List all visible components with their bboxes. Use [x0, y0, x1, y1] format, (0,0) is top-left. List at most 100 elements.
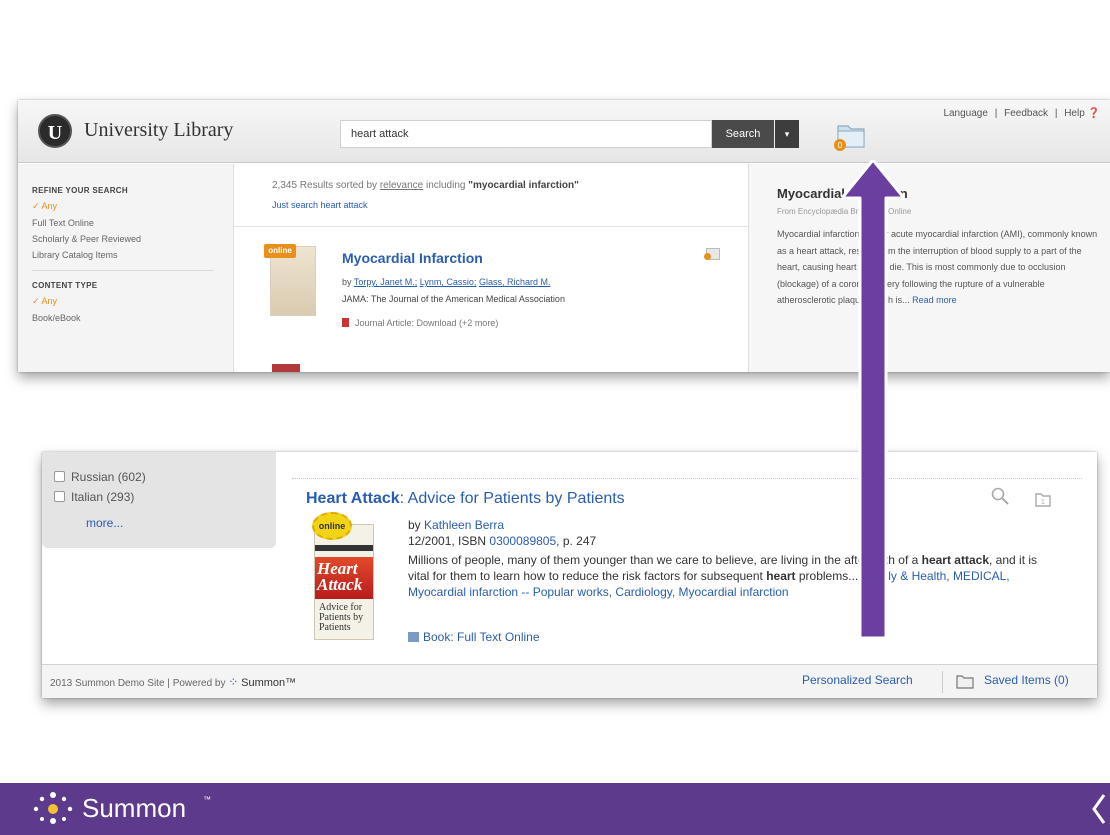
refine-heading: REFINE YOUR SEARCH: [32, 186, 128, 195]
result-author: by Kathleen Berra: [408, 518, 504, 532]
language-option-italian[interactable]: Italian (293): [54, 490, 134, 504]
sort-relevance-link[interactable]: relevance: [380, 180, 423, 191]
summon-brand-bar: Summon ™: [0, 783, 1110, 835]
language-label: Russian (602): [71, 470, 146, 484]
result-type-link[interactable]: Book: Full Text Online: [408, 630, 540, 644]
link-separator: |: [1054, 108, 1058, 119]
purple-up-arrow: [842, 160, 904, 638]
summon-trademark: ™: [203, 795, 211, 804]
author-by: by: [408, 518, 421, 532]
result-journal: JAMA: The Journal of the American Medica…: [342, 294, 565, 304]
content-book[interactable]: Book/eBook: [32, 313, 233, 323]
authors-by: by: [342, 277, 352, 287]
saved-folder-icon[interactable]: 0: [832, 120, 868, 152]
cover-subtitle: Advice for Patients by Patients: [319, 602, 364, 633]
sidebar-divider: [32, 270, 214, 271]
result-type[interactable]: Journal Article: Download (+2 more): [342, 318, 498, 328]
site-name: 2013 Summon Demo Site: [50, 678, 165, 689]
info-title: Myocardial Infarction: [777, 186, 908, 201]
result-publication: 12/2001, ISBN 0300089805, p. 247: [408, 534, 596, 548]
just-search-link[interactable]: Just search heart attack: [272, 200, 368, 210]
svg-text:0: 0: [838, 141, 843, 150]
header-links: Language | Feedback | Help ❓: [941, 108, 1102, 119]
author-link[interactable]: Lynm, Cassio;: [420, 277, 477, 287]
title-rest: : Advice for Patients by Patients: [399, 490, 625, 507]
cover-title: Heart Attack: [317, 559, 363, 594]
language-facet: Russian (602) Italian (293) more...: [42, 452, 276, 548]
book-cover[interactable]: Heart Attack Advice for Patients by Pati…: [314, 524, 374, 640]
site-footer: 2013 Summon Demo Site | Powered by ⁘ Sum…: [42, 664, 1097, 698]
result-separator: [292, 478, 1082, 479]
date-prefix: 12/2001, ISBN: [408, 534, 487, 548]
journal-article-icon: [342, 318, 349, 327]
author-link[interactable]: Kathleen Berra: [424, 518, 504, 532]
result-title-link[interactable]: Heart Attack: Advice for Patients by Pat…: [306, 490, 625, 508]
summon-logo-icon: [33, 792, 73, 824]
bottom-screenshot-card: Russian (602) Italian (293) more... Hear…: [42, 452, 1097, 698]
more-languages-link[interactable]: more...: [86, 516, 123, 530]
info-body: Myocardial infarction (MI) or acute myoc…: [777, 226, 1100, 309]
date-suffix: , p. 247: [556, 534, 597, 548]
result-title-link[interactable]: Myocardial Infarction: [342, 250, 483, 266]
save-folder-icon[interactable]: 1: [1034, 490, 1052, 508]
refine-full-text[interactable]: Full Text Online: [32, 218, 233, 228]
language-option-russian[interactable]: Russian (602): [54, 470, 146, 484]
search-button[interactable]: Search: [712, 120, 774, 148]
online-badge: online: [264, 244, 296, 258]
next-result-thumbnail[interactable]: [272, 364, 300, 372]
refine-scholarly[interactable]: Scholarly & Peer Reviewed: [32, 234, 233, 244]
refine-catalog[interactable]: Library Catalog Items: [32, 250, 233, 260]
cover-band: [315, 545, 373, 551]
footer-credits: 2013 Summon Demo Site | Powered by ⁘ Sum…: [50, 675, 296, 689]
online-badge: online: [312, 512, 352, 540]
info-body-text: Myocardial infarction (MI) or acute myoc…: [777, 229, 1098, 305]
language-link[interactable]: Language: [943, 108, 988, 119]
link-separator: |: [994, 108, 998, 119]
save-folder-icon[interactable]: [704, 248, 720, 260]
personalized-search-link[interactable]: Personalized Search: [802, 673, 913, 687]
saved-items-folder-icon[interactable]: [956, 673, 974, 689]
author-link[interactable]: Torpy, Janet M.;: [354, 277, 417, 287]
library-header: U University Library Search ▾ 0 Language…: [18, 100, 1110, 163]
top-screenshot-card: U University Library Search ▾ 0 Language…: [18, 100, 1110, 372]
isbn-link[interactable]: 0300089805: [489, 534, 556, 548]
search-input[interactable]: [340, 120, 712, 148]
saved-items-link[interactable]: Saved Items (0): [984, 673, 1069, 687]
results-summary: 2,345 Results sorted by relevance includ…: [272, 180, 579, 191]
result-divider: [234, 226, 748, 227]
search-options-dropdown[interactable]: ▾: [775, 120, 799, 148]
result-authors: by Torpy, Janet M.; Lynm, Cassio; Glass,…: [342, 277, 550, 287]
feedback-link[interactable]: Feedback: [1004, 108, 1048, 119]
checkbox[interactable]: [54, 471, 65, 482]
preview-magnifier-icon[interactable]: [990, 486, 1010, 506]
svg-text:1: 1: [1041, 499, 1045, 506]
summary-term: "myocardial infarction": [468, 180, 579, 191]
refine-any[interactable]: ✓ Any: [32, 201, 233, 212]
content-any[interactable]: ✓ Any: [32, 296, 233, 307]
summon-mini-logo-icon: ⁘: [228, 675, 239, 689]
library-logo-icon[interactable]: U: [38, 114, 72, 148]
library-title[interactable]: University Library: [84, 119, 233, 142]
info-source: From Encyclopædia Britannica Online: [777, 207, 912, 216]
summary-middle: including: [425, 180, 466, 191]
chevron-left-icon[interactable]: [1090, 793, 1106, 825]
summary-prefix: 2,345 Results sorted by: [272, 180, 378, 191]
result-description: Millions of people, many of them younger…: [408, 552, 1048, 600]
powered-by: Powered by: [172, 678, 226, 689]
read-more-link[interactable]: Read more: [912, 295, 957, 305]
help-link[interactable]: Help ❓: [1064, 108, 1100, 119]
summon-mini-wordmark[interactable]: Summon™: [241, 677, 296, 689]
summon-wordmark: Summon: [82, 793, 187, 823]
language-label: Italian (293): [71, 490, 135, 504]
footer-separator: |: [167, 678, 170, 689]
result-type-label: Journal Article: Download (+2 more): [355, 318, 499, 328]
checkbox[interactable]: [54, 491, 65, 502]
result-type-label: Book: Full Text Online: [423, 630, 540, 644]
encyclopedia-panel: Myocardial Infarction From Encyclopædia …: [748, 164, 1110, 372]
cover-title-block: Heart Attack: [315, 557, 373, 599]
desc-highlight: heart attack: [921, 553, 989, 567]
refine-sidebar: REFINE YOUR SEARCH ✓ Any Full Text Onlin…: [18, 164, 234, 372]
title-highlight: Heart Attack: [306, 490, 400, 507]
results-list: 2,345 Results sorted by relevance includ…: [234, 164, 748, 372]
author-link[interactable]: Glass, Richard M.: [479, 277, 551, 287]
